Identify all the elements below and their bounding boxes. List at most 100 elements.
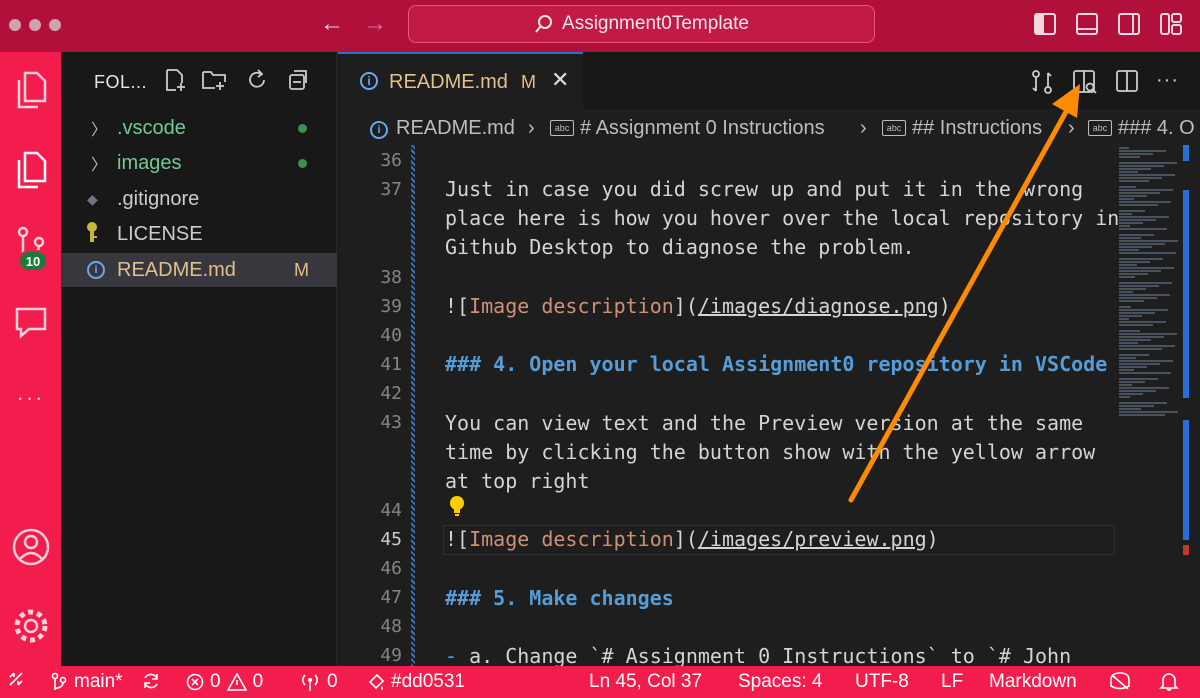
editor-tabs: i README.md M ✕ ··· (338, 52, 1200, 109)
breadcrumb-h1[interactable]: abc # Assignment 0 Instructions (550, 117, 825, 140)
account-icon[interactable] (0, 527, 61, 567)
breadcrumb-h2[interactable]: abc ## Instructions (882, 117, 1042, 140)
split-editor-icon[interactable] (1115, 69, 1139, 93)
minimap-line (1119, 285, 1159, 287)
code-token: ![ (445, 527, 470, 551)
comments-icon[interactable] (0, 304, 61, 340)
branch-name: main* (74, 671, 123, 692)
customize-layout-icon[interactable] (1160, 13, 1182, 35)
eol-indicator[interactable]: LF (941, 671, 963, 693)
minimap[interactable] (1115, 145, 1185, 666)
explorer-icon[interactable] (0, 70, 61, 110)
language-mode[interactable]: Markdown (989, 671, 1077, 693)
line-number: 39 (380, 296, 402, 317)
minimap-line (1119, 210, 1145, 212)
open-preview-to-side-icon[interactable] (1072, 69, 1097, 94)
problems-indicator[interactable]: 0 0 (186, 671, 263, 693)
status-bar: main* 0 0 0 #dd0531 Ln 45, Col 37 Spaces… (0, 666, 1200, 698)
settings-gear-icon[interactable] (0, 606, 61, 646)
tree-item-vscode[interactable]: 〉 .vscode (61, 111, 337, 145)
code-heading-line: ### 4. Open your local Assignment0 repos… (445, 352, 1108, 376)
minimap-line (1119, 273, 1148, 275)
branch-indicator[interactable]: main* (50, 671, 123, 693)
tree-item-gitignore[interactable]: ◆ .gitignore (61, 182, 337, 216)
sync-icon[interactable] (141, 671, 161, 691)
minimize-window-button[interactable] (29, 19, 41, 31)
code-line: at top right (445, 469, 590, 493)
tab-label: README.md (389, 71, 508, 93)
minimap-line (1119, 228, 1167, 230)
minimap-line (1119, 213, 1132, 215)
cursor-position[interactable]: Ln 45, Col 37 (589, 671, 702, 693)
minimap-line (1119, 162, 1177, 164)
minimap-line (1119, 315, 1142, 317)
minimap-line (1119, 369, 1134, 371)
encoding-indicator[interactable]: UTF-8 (855, 671, 909, 693)
tree-item-label: .vscode (117, 116, 186, 139)
scrollbar-marker-error (1183, 545, 1189, 555)
minimap-line (1119, 393, 1143, 395)
code-token: a. Change `# Assignment 0 Instructions` … (457, 644, 1072, 666)
new-file-icon[interactable] (163, 68, 187, 92)
close-window-button[interactable] (9, 19, 21, 31)
forward-arrow-icon[interactable]: → (363, 10, 387, 38)
breadcrumb-h3[interactable]: abc ### 4. O (1088, 117, 1195, 140)
code-line: time by clicking the button show with th… (445, 440, 1096, 464)
code-token: ]( (673, 294, 698, 318)
scrollbar-marker (1183, 190, 1189, 398)
line-number: 48 (380, 616, 402, 637)
remote-indicator-icon[interactable] (8, 671, 24, 687)
minimap-line (1119, 330, 1140, 332)
tree-item-label: images (117, 151, 182, 174)
minimap-line (1119, 363, 1160, 365)
code-editor[interactable]: 36 37 38 39 40 41 42 43 44 45 46 47 48 4… (338, 145, 1200, 666)
list-marker-token: - (445, 644, 458, 666)
close-tab-icon[interactable]: ✕ (551, 67, 569, 93)
tree-item-readme[interactable]: i README.md M (61, 253, 337, 287)
explorer-active-icon[interactable] (0, 150, 61, 190)
toggle-secondary-sidebar-icon[interactable] (1118, 13, 1140, 35)
toggle-primary-sidebar-icon[interactable] (1034, 13, 1056, 35)
minimap-line (1119, 282, 1172, 284)
maximize-window-button[interactable] (49, 19, 61, 31)
code-token: ]( (673, 527, 698, 551)
minimap-line (1119, 405, 1154, 407)
breadcrumb-separator-icon: › (528, 117, 535, 139)
command-center-search[interactable]: Assignment0Template (408, 5, 875, 43)
breadcrumb: i README.md › abc # Assignment 0 Instructi… (338, 109, 1200, 145)
tree-item-license[interactable]: LICENSE (61, 217, 337, 251)
copilot-icon[interactable] (1108, 671, 1132, 691)
more-views-icon[interactable]: ··· (0, 385, 61, 411)
indentation-indicator[interactable]: Spaces: 4 (738, 671, 823, 693)
new-folder-icon[interactable] (201, 68, 226, 92)
back-arrow-icon[interactable]: ← (320, 10, 344, 38)
open-changes-icon[interactable] (1030, 69, 1054, 94)
minimap-line (1119, 168, 1151, 170)
explorer-sidebar: FOL... 〉 .vscode 〉 images ◆ .gitignore L… (61, 52, 337, 666)
string-symbol-icon: abc (1088, 120, 1112, 136)
notifications-bell-icon[interactable] (1159, 671, 1179, 691)
lightbulb-icon[interactable] (449, 495, 465, 517)
breadcrumb-label: README.md (396, 117, 515, 139)
language-label: Markdown (989, 671, 1077, 692)
breadcrumb-file[interactable]: i README.md (370, 117, 515, 140)
minimap-line (1119, 252, 1176, 254)
collapse-folders-icon[interactable] (287, 68, 311, 92)
info-icon: i (370, 121, 388, 139)
more-actions-icon[interactable]: ··· (1156, 69, 1180, 93)
minimap-line (1119, 204, 1158, 206)
minimap-line (1119, 276, 1135, 278)
minimap-line (1119, 309, 1168, 311)
warning-icon (226, 673, 247, 691)
toggle-panel-icon[interactable] (1076, 13, 1098, 35)
minimap-line (1119, 261, 1150, 263)
refresh-explorer-icon[interactable] (245, 68, 269, 92)
peacock-color-indicator[interactable]: #dd0531 (367, 671, 465, 693)
minimap-line (1119, 390, 1156, 392)
ports-count: 0 (327, 671, 338, 692)
code-line: Github Desktop to diagnose the problem. (445, 235, 915, 259)
tab-readme[interactable]: i README.md M ✕ (338, 52, 583, 109)
ports-indicator[interactable]: 0 (299, 671, 338, 693)
tree-item-images[interactable]: 〉 images (61, 146, 337, 180)
minimap-line (1119, 402, 1167, 404)
